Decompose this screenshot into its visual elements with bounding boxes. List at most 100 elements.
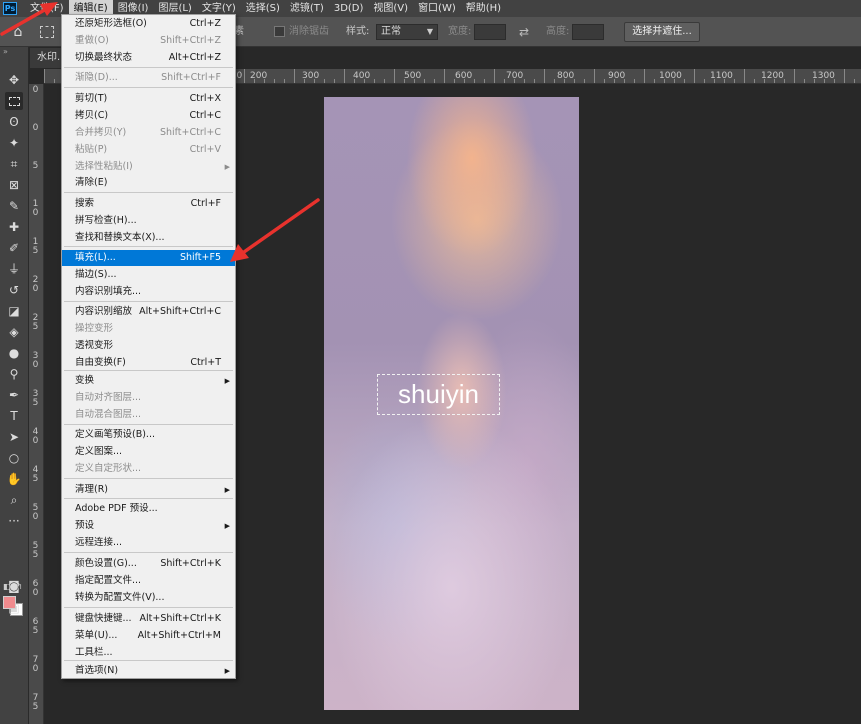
submenu-arrow-icon: ▶ bbox=[224, 667, 230, 675]
menu-item-label: 切换最终状态 bbox=[75, 52, 133, 63]
healing-brush-icon[interactable]: ✚ bbox=[5, 218, 23, 236]
edit-menu-item[interactable]: 定义画笔预设(B)... bbox=[62, 427, 235, 443]
menu-item-label: 自动混合图层... bbox=[75, 409, 142, 420]
menu-item-shortcut: Ctrl+F bbox=[190, 198, 221, 209]
menu-3d[interactable]: 3D(D) bbox=[329, 0, 369, 17]
edit-menu-item[interactable]: 定义图案... bbox=[62, 444, 235, 460]
menu-view[interactable]: 视图(V) bbox=[368, 0, 413, 17]
quick-mask-icon[interactable]: ◙ bbox=[5, 577, 23, 595]
ruler-top-label: 400 bbox=[353, 71, 371, 81]
history-brush-icon[interactable]: ↺ bbox=[5, 281, 23, 299]
menu-window[interactable]: 窗口(W) bbox=[413, 0, 461, 17]
zoom-tool-icon[interactable]: ⌕ bbox=[5, 491, 23, 509]
edit-menu-item[interactable]: 定义自定形状... bbox=[62, 461, 235, 477]
frame-tool-icon[interactable]: ⊠ bbox=[5, 176, 23, 194]
edit-menu-item[interactable]: 剪切(T) Ctrl+X bbox=[62, 91, 235, 107]
blur-tool-icon[interactable]: ● bbox=[5, 344, 23, 362]
edit-menu-item[interactable]: 清理(R) ▶ bbox=[62, 482, 235, 498]
ellipse-tool-icon[interactable]: ○ bbox=[5, 449, 23, 467]
edit-menu-item[interactable]: Adobe PDF 预设... bbox=[62, 501, 235, 517]
brush-tool-icon[interactable]: ✐ bbox=[5, 239, 23, 257]
edit-menu-item[interactable]: 预设 ▶ bbox=[62, 518, 235, 534]
edit-menu-item[interactable]: 颜色设置(G)... Shift+Ctrl+K bbox=[62, 556, 235, 572]
home-icon[interactable]: ⌂ bbox=[10, 24, 26, 40]
foreground-color-swatch[interactable] bbox=[3, 596, 16, 609]
edit-menu-item[interactable]: 首选项(N) ▶ bbox=[62, 663, 235, 679]
edit-menu-item[interactable]: 内容识别填充... bbox=[62, 284, 235, 300]
ruler-left-label: 15 bbox=[32, 237, 39, 256]
more-tools-icon[interactable]: ··· bbox=[5, 512, 23, 530]
menu-select[interactable]: 选择(S) bbox=[241, 0, 285, 17]
edit-menu-item[interactable]: 自由变换(F) Ctrl+T bbox=[62, 355, 235, 371]
height-input[interactable] bbox=[572, 24, 604, 40]
edit-menu-item[interactable]: 变换 ▶ bbox=[62, 373, 235, 389]
edit-menu-item[interactable]: 透视变形 bbox=[62, 338, 235, 354]
ruler-left-label: 45 bbox=[32, 465, 39, 484]
marquee-tool-icon[interactable] bbox=[5, 92, 23, 110]
edit-menu-item[interactable]: 拷贝(C) Ctrl+C bbox=[62, 108, 235, 124]
style-select[interactable]: 正常 ▼ bbox=[376, 24, 438, 40]
edit-menu-item[interactable]: 填充(L)... Shift+F5 bbox=[62, 250, 235, 266]
edit-menu-item[interactable]: 自动对齐图层... bbox=[62, 390, 235, 406]
edit-menu-item[interactable]: 渐隐(D)... Shift+Ctrl+F bbox=[62, 70, 235, 86]
edit-menu-item[interactable]: 选择性粘贴(I) ▶ bbox=[62, 159, 235, 175]
edit-menu-item[interactable]: 远程连接... bbox=[62, 535, 235, 551]
lasso-tool-icon[interactable]: ʘ bbox=[5, 113, 23, 131]
menu-item-label: 搜索 bbox=[75, 198, 95, 209]
edit-menu-item[interactable]: 合并拷贝(Y) Shift+Ctrl+C bbox=[62, 125, 235, 141]
menu-filter[interactable]: 滤镜(T) bbox=[285, 0, 329, 17]
edit-menu-item[interactable]: 还原矩形选框(O) Ctrl+Z bbox=[62, 16, 235, 32]
edit-menu-item[interactable]: 指定配置文件... bbox=[62, 573, 235, 589]
edit-menu-item[interactable]: 搜索 Ctrl+F bbox=[62, 196, 235, 212]
ruler-left-label: 0 bbox=[32, 85, 39, 95]
menu-separator bbox=[64, 192, 233, 193]
swap-dimensions-icon[interactable]: ⇄ bbox=[519, 25, 529, 39]
menu-item-shortcut: Alt+Ctrl+Z bbox=[168, 52, 221, 63]
ruler-vertical: 0 0 5 10 15 20 25 30 35 40 45 50 55 60 65 70 75 bbox=[29, 84, 44, 724]
photoshop-logo-icon[interactable]: Ps bbox=[3, 2, 17, 15]
antialias-checkbox[interactable] bbox=[274, 26, 285, 37]
hand-tool-icon[interactable]: ✋ bbox=[5, 470, 23, 488]
ruler-left-label: 25 bbox=[32, 313, 39, 332]
edit-menu-item[interactable]: 描边(S)... bbox=[62, 267, 235, 283]
edit-menu-item[interactable]: 切换最终状态 Alt+Ctrl+Z bbox=[62, 50, 235, 66]
edit-menu-item[interactable]: 拼写检查(H)... bbox=[62, 213, 235, 229]
path-select-icon[interactable]: ➤ bbox=[5, 428, 23, 446]
menu-item-shortcut: Shift+Ctrl+C bbox=[159, 127, 221, 138]
edit-menu-item[interactable]: 操控变形 bbox=[62, 321, 235, 337]
collapse-panel-icon[interactable]: » bbox=[3, 47, 8, 56]
edit-menu-item[interactable]: 自动混合图层... bbox=[62, 407, 235, 423]
edit-menu-item[interactable]: 键盘快捷键... Alt+Shift+Ctrl+K bbox=[62, 611, 235, 627]
menu-separator bbox=[64, 246, 233, 247]
ruler-top-label: 500 bbox=[404, 71, 422, 81]
edit-menu-item[interactable]: 菜单(U)... Alt+Shift+Ctrl+M bbox=[62, 628, 235, 644]
width-input[interactable] bbox=[474, 24, 506, 40]
edit-menu-item[interactable]: 粘贴(P) Ctrl+V bbox=[62, 142, 235, 158]
menu-item-shortcut: Shift+F5 bbox=[179, 252, 221, 263]
ruler-left-label: 0 bbox=[32, 123, 39, 133]
dodge-tool-icon[interactable]: ⚲ bbox=[5, 365, 23, 383]
select-and-mask-button[interactable]: 选择并遮住... bbox=[624, 22, 700, 42]
edit-menu-item[interactable]: 查找和替换文本(X)... bbox=[62, 230, 235, 246]
type-tool-icon[interactable]: T bbox=[5, 407, 23, 425]
menu-item-label: 预设 bbox=[75, 520, 95, 531]
paint-bucket-icon[interactable]: ◈ bbox=[5, 323, 23, 341]
menu-item-label: 转换为配置文件(V)... bbox=[75, 592, 165, 603]
move-tool-icon[interactable]: ✥ bbox=[5, 71, 23, 89]
menu-help[interactable]: 帮助(H) bbox=[461, 0, 506, 17]
edit-menu-item[interactable]: 清除(E) bbox=[62, 175, 235, 191]
pen-tool-icon[interactable]: ✒ bbox=[5, 386, 23, 404]
edit-menu-item[interactable]: 内容识别缩放 Alt+Shift+Ctrl+C bbox=[62, 304, 235, 320]
rect-marquee-preset-icon[interactable] bbox=[40, 26, 54, 38]
eyedropper-icon[interactable]: ✎ bbox=[5, 197, 23, 215]
menu-item-label: 变换 bbox=[75, 375, 95, 386]
magic-wand-icon[interactable]: ✦ bbox=[5, 134, 23, 152]
clone-stamp-icon[interactable]: ⏚ bbox=[5, 260, 23, 278]
edit-menu-item[interactable]: 重做(O) Shift+Ctrl+Z bbox=[62, 33, 235, 49]
edit-menu-item[interactable]: 转换为配置文件(V)... bbox=[62, 590, 235, 606]
eraser-icon[interactable]: ◪ bbox=[5, 302, 23, 320]
edit-menu-item[interactable]: 工具栏... bbox=[62, 645, 235, 661]
menu-item-label: 首选项(N) bbox=[75, 665, 119, 676]
crop-tool-icon[interactable]: ⌗ bbox=[5, 155, 23, 173]
marquee-selection[interactable]: shuiyin bbox=[377, 374, 500, 415]
